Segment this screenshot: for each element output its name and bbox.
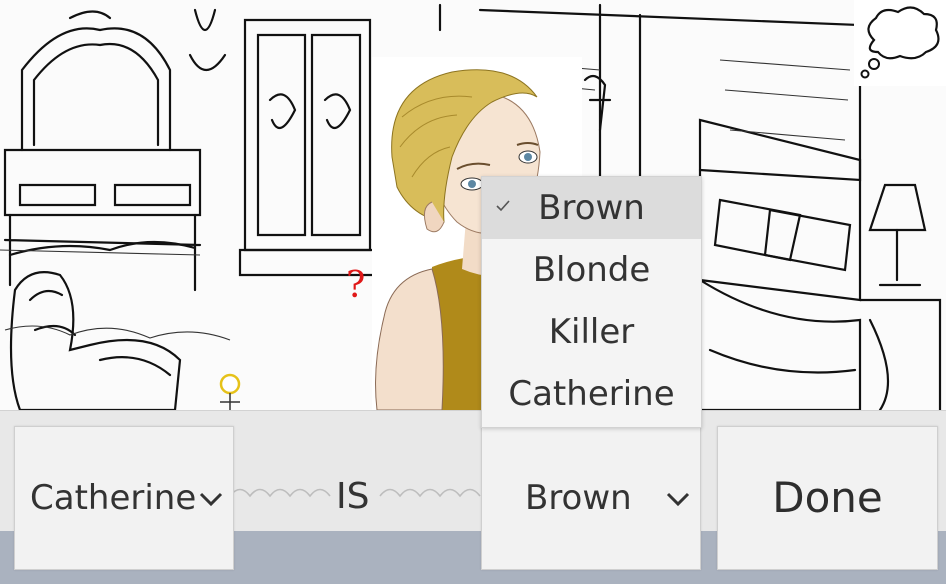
dropdown-option[interactable]: Blonde	[482, 239, 701, 301]
dropdown-option-label: Blonde	[532, 250, 651, 290]
attribute-dropdown-value: Brown	[525, 478, 632, 518]
dropdown-option[interactable]: Brown	[482, 177, 701, 239]
connector-word: IS	[336, 476, 370, 517]
question-mark: ?	[346, 265, 366, 306]
room-scene-background: ?	[0, 0, 946, 430]
dropdown-option-label: Brown	[538, 188, 645, 228]
chevron-down-icon	[199, 492, 223, 507]
dropdown-option[interactable]: Catherine	[482, 363, 701, 425]
thought-cloud-shape	[860, 6, 940, 79]
checkmark-icon	[496, 200, 510, 212]
thought-bubble-icon[interactable]	[854, 0, 946, 86]
subject-dropdown[interactable]: Catherine	[14, 426, 234, 570]
done-button[interactable]: Done	[717, 426, 938, 570]
done-button-label: Done	[772, 473, 883, 522]
subject-dropdown-value: Catherine	[30, 478, 197, 518]
dropdown-option-label: Killer	[548, 312, 635, 352]
chevron-down-icon	[666, 492, 690, 507]
dropdown-option[interactable]: Killer	[482, 301, 701, 363]
attribute-dropdown-menu: Brown Blonde Killer Catherine	[481, 176, 702, 428]
dropdown-option-label: Catherine	[508, 374, 675, 414]
attribute-dropdown[interactable]: Brown	[481, 426, 701, 570]
